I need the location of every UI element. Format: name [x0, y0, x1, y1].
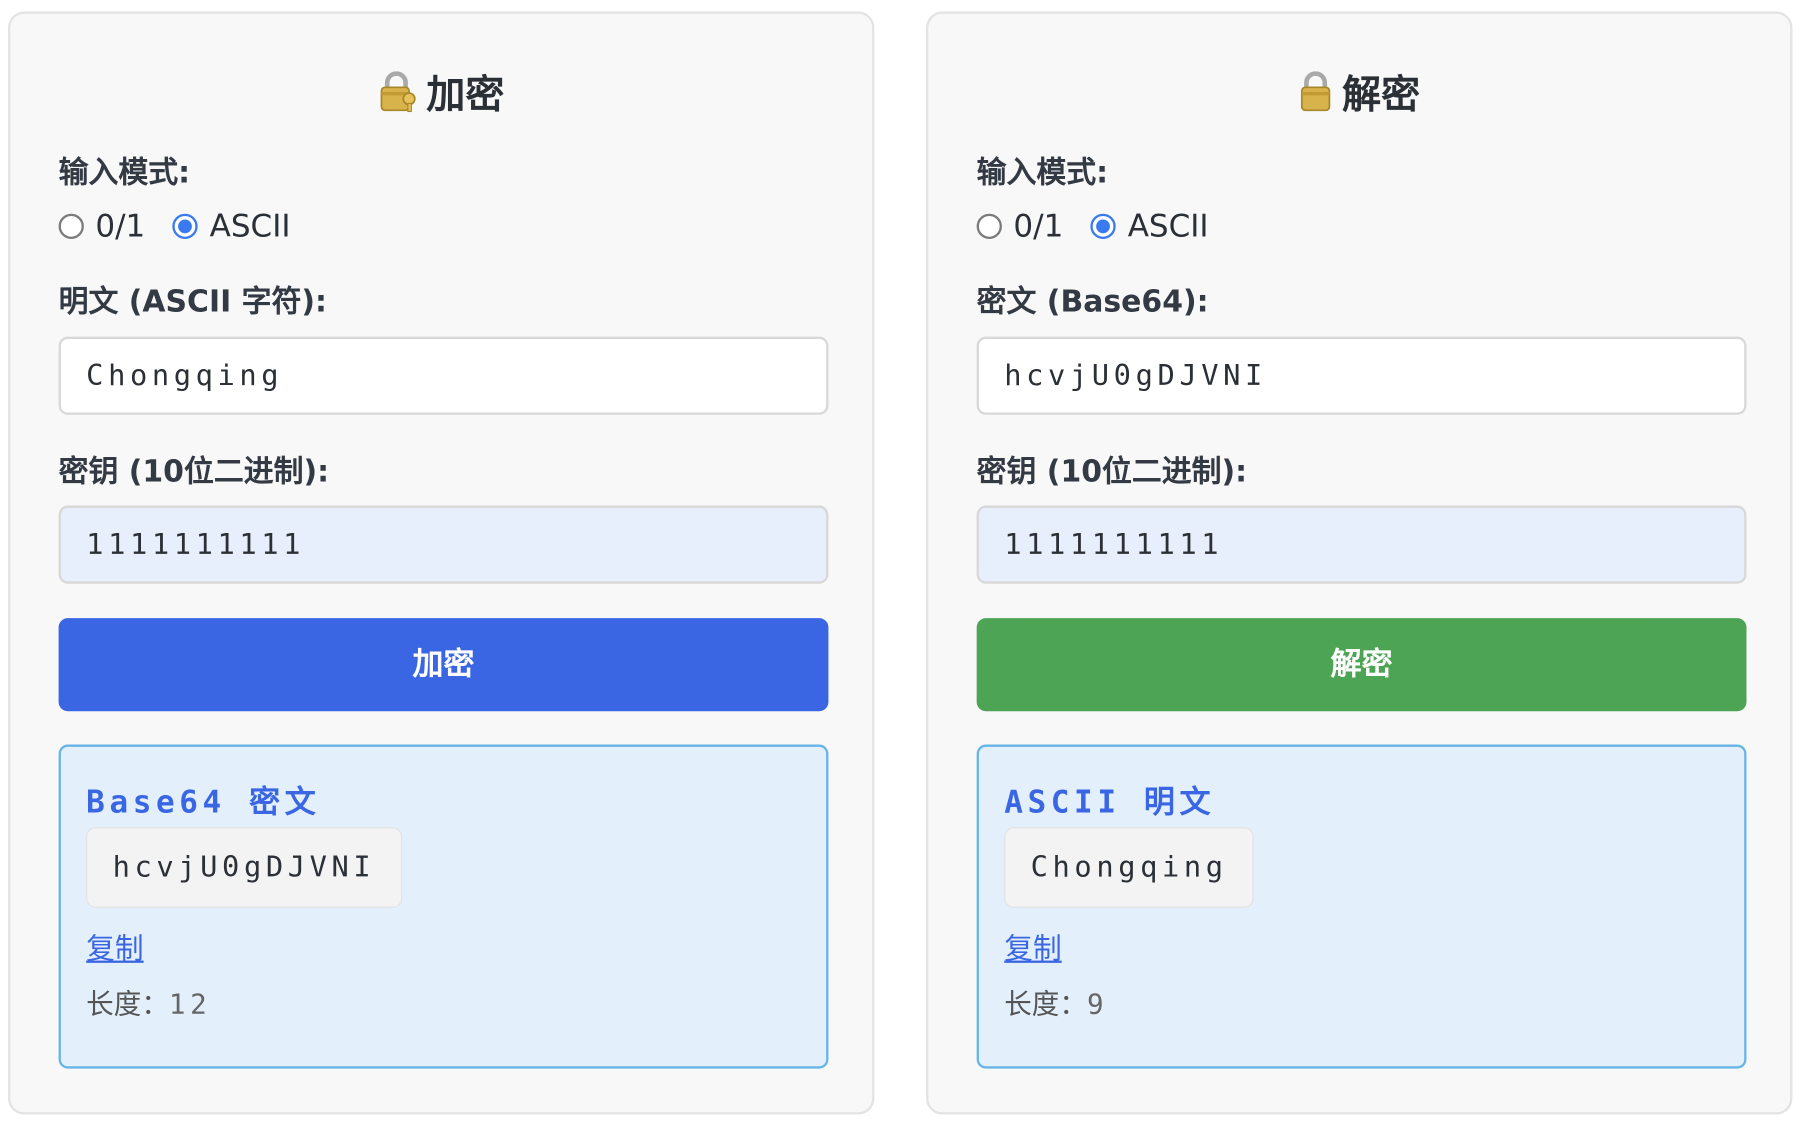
encrypt-key-input[interactable]: 1111111111	[58, 505, 829, 584]
ciphertext-label: 密文 (Base64):	[976, 284, 1209, 320]
encrypt-mode-ascii-radio[interactable]: ASCII	[172, 208, 291, 245]
encrypt-mode-binary-label: 0/1	[95, 208, 146, 245]
decrypt-length-label: 长度：	[1004, 988, 1087, 1021]
decrypt-length: 长度：9	[1004, 981, 1108, 1021]
encrypt-length-value: 12	[168, 988, 212, 1021]
decrypt-title-text: 解密	[1342, 72, 1421, 119]
encrypt-result-box: Base64 密文 hcvjU0gDJVNI 复制 长度：12	[58, 744, 829, 1069]
plaintext-input[interactable]: Chongqing	[58, 336, 829, 415]
encrypt-result-title: Base64 密文	[86, 784, 321, 821]
decrypt-button[interactable]: 解密	[976, 618, 1747, 712]
decrypt-result-box: ASCII 明文 Chongqing 复制 长度：9	[976, 744, 1747, 1069]
encrypt-length: 长度：12	[86, 981, 211, 1021]
plaintext-output: Chongqing	[1004, 827, 1255, 908]
decrypt-key-input[interactable]: 1111111111	[976, 505, 1747, 584]
encrypt-mode-ascii-label: ASCII	[209, 208, 291, 245]
decrypt-panel: 解密 输入模式: 0/1 ASCII 密文 (Base64): hcvjU0gD…	[926, 11, 1793, 1115]
decrypt-mode-label: 输入模式:	[976, 156, 1109, 191]
encrypt-button[interactable]: 加密	[58, 618, 829, 712]
encrypt-mode-label: 输入模式:	[58, 156, 191, 191]
decrypt-copy-link[interactable]: 复制	[1004, 926, 1061, 967]
radio-unchecked-icon[interactable]	[58, 213, 84, 239]
radio-checked-icon[interactable]	[1090, 213, 1117, 239]
encrypt-title-text: 加密	[426, 72, 505, 119]
radio-checked-icon[interactable]	[172, 213, 199, 239]
decrypt-mode-ascii-label: ASCII	[1127, 208, 1209, 245]
decrypt-length-value: 9	[1086, 988, 1109, 1021]
decrypt-mode-binary-radio[interactable]: 0/1	[976, 208, 1064, 245]
decrypt-mode-radio-group: 0/1 ASCII	[976, 207, 1236, 246]
decrypt-mode-binary-label: 0/1	[1013, 208, 1064, 245]
encrypt-panel: 加密 输入模式: 0/1 ASCII 明文 (ASCII 字符): Chongq…	[8, 11, 875, 1115]
decrypt-key-label: 密钥 (10位二进制):	[976, 455, 1248, 490]
encrypt-title: 加密	[10, 71, 872, 123]
encrypt-copy-link[interactable]: 复制	[86, 926, 143, 967]
decrypt-result-title: ASCII 明文	[1004, 784, 1216, 821]
plaintext-label: 明文 (ASCII 字符):	[58, 284, 327, 320]
ciphertext-input[interactable]: hcvjU0gDJVNI	[976, 336, 1747, 415]
ciphertext-output: hcvjU0gDJVNI	[86, 827, 402, 908]
lock-icon	[1298, 71, 1332, 123]
encrypt-length-label: 长度：	[86, 988, 169, 1021]
radio-unchecked-icon[interactable]	[976, 213, 1002, 239]
encrypt-key-label: 密钥 (10位二进制):	[58, 455, 330, 490]
decrypt-mode-ascii-radio[interactable]: ASCII	[1090, 208, 1209, 245]
locked-with-key-icon	[378, 71, 417, 123]
encrypt-mode-radio-group: 0/1 ASCII	[58, 207, 318, 246]
encrypt-mode-binary-radio[interactable]: 0/1	[58, 208, 146, 245]
decrypt-title: 解密	[928, 71, 1790, 123]
